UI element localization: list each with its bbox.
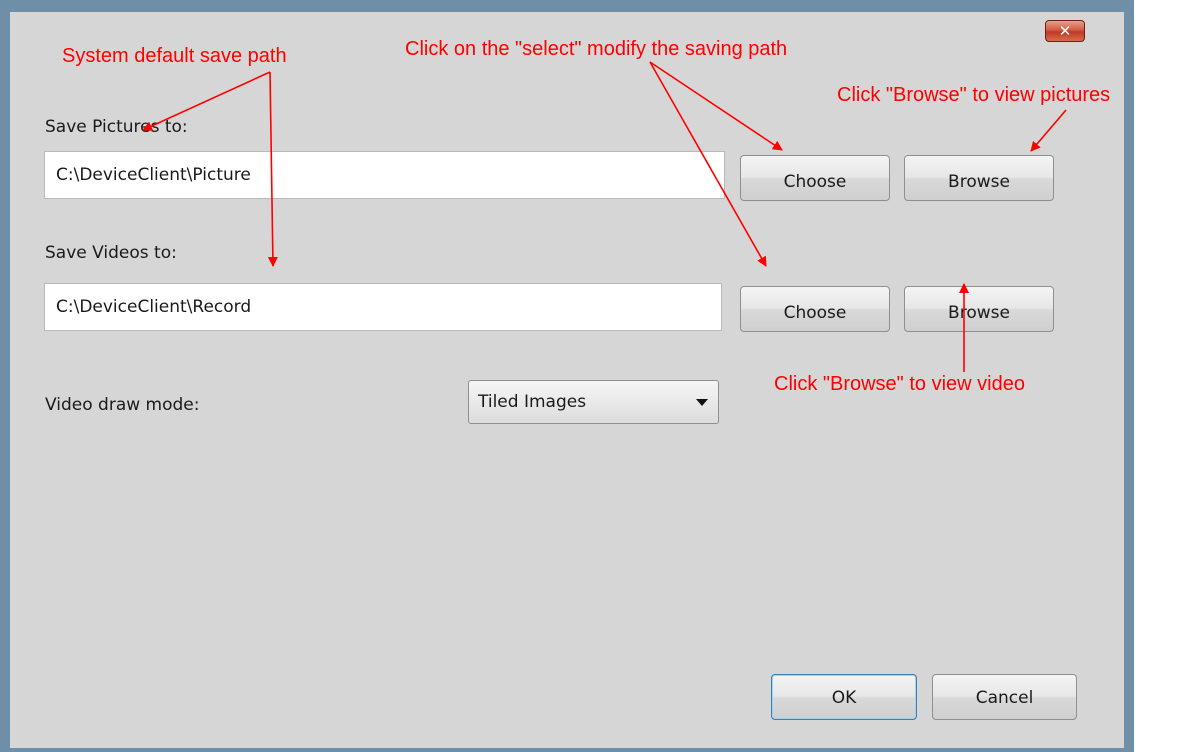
arrow-default-to-pictures xyxy=(142,71,271,131)
arrow-default-to-videos xyxy=(267,71,278,267)
arrow-to-browse-pictures xyxy=(1030,109,1067,152)
annotation-arrows xyxy=(142,61,1067,372)
arrow-select-to-choose-videos xyxy=(649,61,767,267)
arrow-select-to-choose-pictures xyxy=(649,61,783,151)
